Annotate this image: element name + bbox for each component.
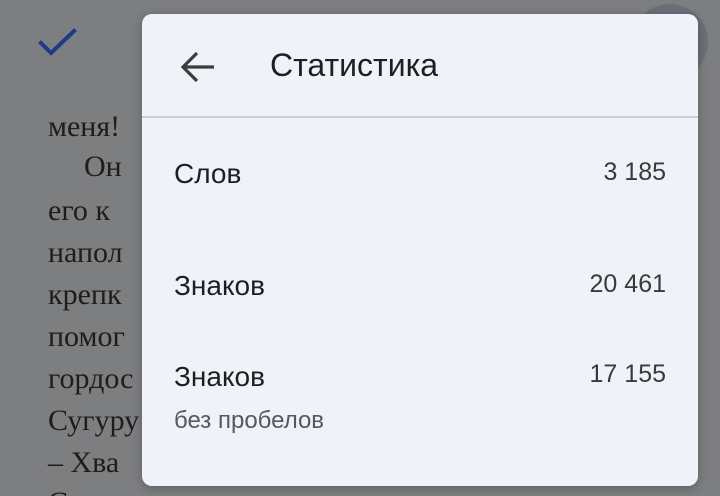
document-text-line: его к — [48, 194, 110, 227]
stat-sublabel: без пробелов — [174, 407, 325, 434]
stat-label: Слов — [174, 158, 242, 189]
document-text-line: помог — [48, 320, 125, 353]
document-text-line: Сугуру — [48, 404, 140, 437]
checkmark-icon[interactable] — [38, 28, 78, 58]
document-text-line: С — [48, 488, 68, 496]
stat-label: Знаков — [174, 270, 265, 301]
stat-value: 3 185 — [603, 158, 666, 186]
stat-value: 20 461 — [589, 270, 666, 298]
stat-value: 17 155 — [589, 360, 666, 388]
document-text-line: напол — [48, 236, 123, 269]
dialog-header: Статистика — [142, 14, 698, 118]
back-button[interactable] — [172, 46, 224, 88]
statistics-dialog: Статистика Слов 3 185 Знаков 20 461 Знак… — [142, 14, 698, 486]
stat-label: Знаков — [174, 361, 265, 392]
document-text-line: – Хва — [48, 446, 120, 479]
dialog-title: Статистика — [270, 47, 439, 83]
document-text-line: меня! — [48, 110, 121, 143]
arrow-left-icon — [180, 51, 214, 83]
document-text-line: Он — [84, 150, 122, 183]
document-text-line: гордос — [48, 362, 134, 395]
document-text-line: крепк — [48, 278, 122, 311]
